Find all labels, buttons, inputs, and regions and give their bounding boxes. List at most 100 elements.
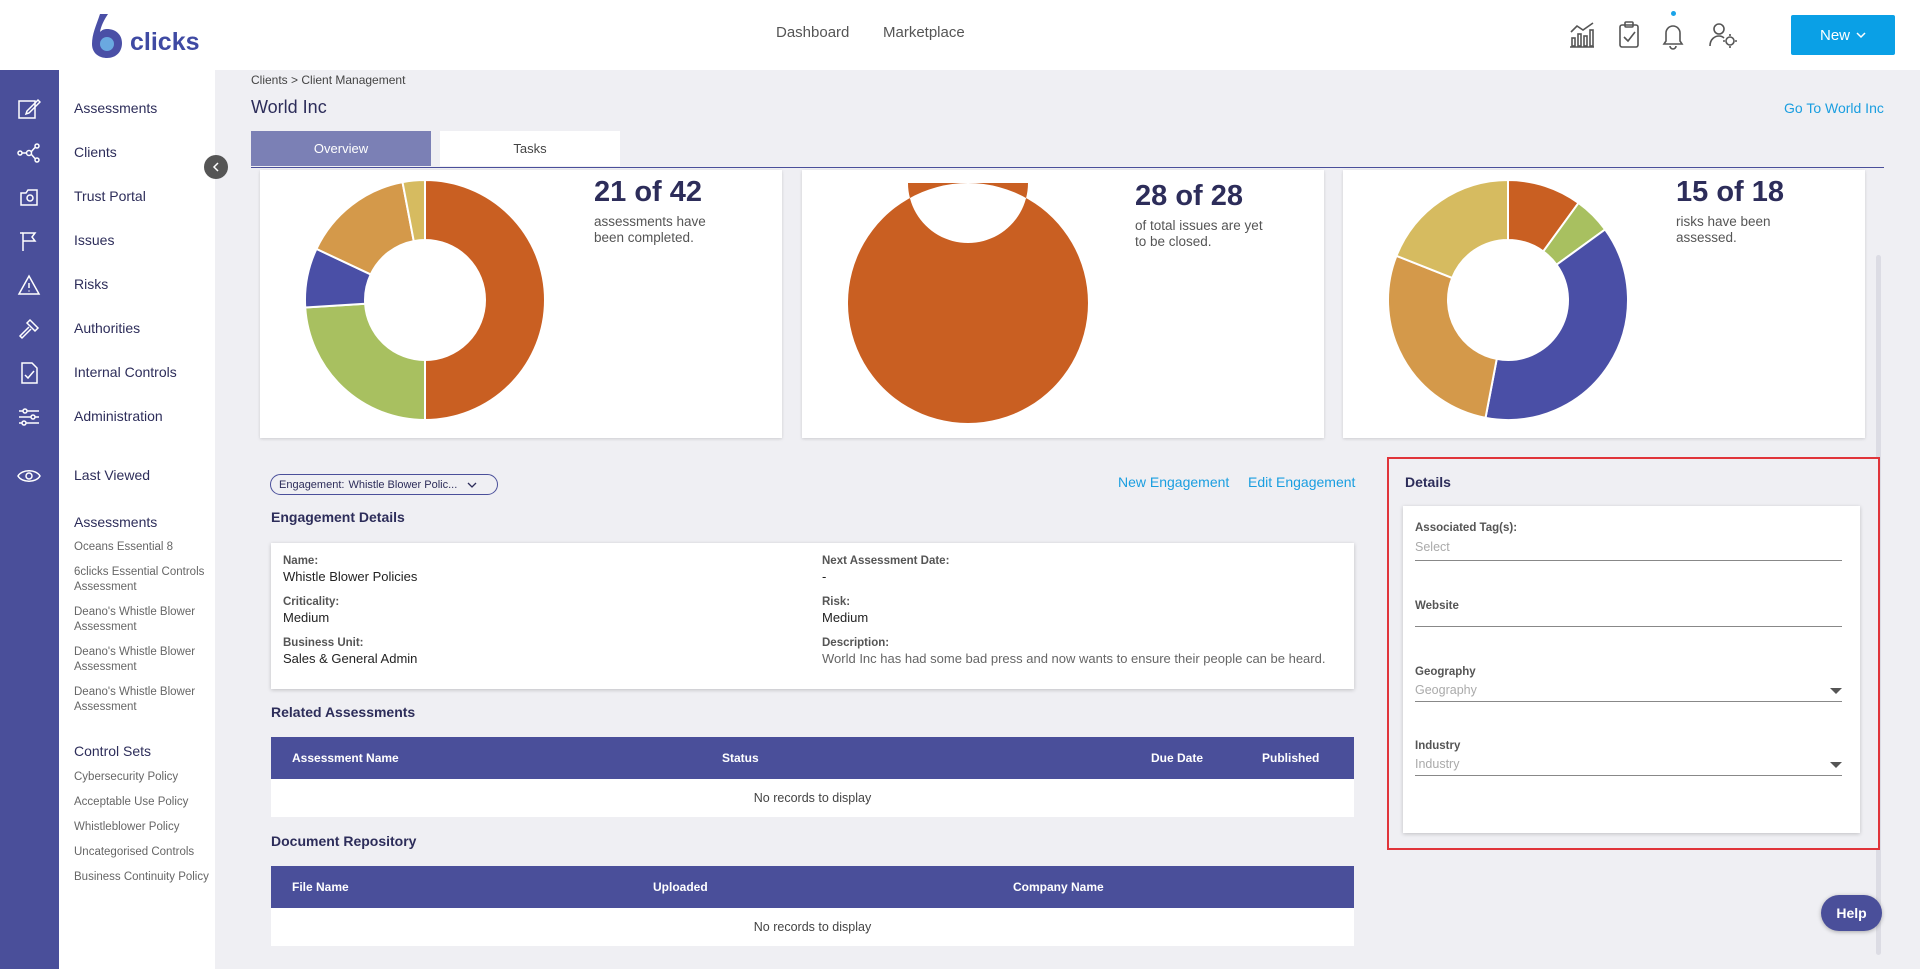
control-sets-heading: Control Sets: [74, 743, 152, 759]
client-details-panel: Details Associated Tag(s): Select Websit…: [1387, 457, 1880, 850]
nav-dashboard[interactable]: Dashboard: [776, 24, 849, 41]
engagement-select-label: Engagement:: [279, 478, 345, 491]
sidebar: Assessments Clients Trust Portal Issues …: [59, 70, 215, 969]
sidebar-item-issues[interactable]: Issues: [74, 232, 114, 248]
edit-icon[interactable]: [17, 97, 41, 121]
network-icon[interactable]: [17, 141, 41, 165]
help-button[interactable]: Help: [1821, 895, 1882, 931]
analytics-icon[interactable]: [1567, 20, 1597, 50]
control-set-item[interactable]: Acceptable Use Policy: [74, 795, 212, 810]
issues-chart-card: 28 of 28 of total issues are yet to be c…: [802, 170, 1324, 438]
related-assessments-header: Assessment Name Status Due Date Publishe…: [271, 737, 1354, 779]
name-value: Whistle Blower Policies: [283, 569, 418, 584]
document-repository-header: File Name Uploaded Company Name: [271, 866, 1354, 908]
new-button-label: New: [1819, 26, 1850, 44]
control-set-item[interactable]: Whistleblower Policy: [74, 820, 212, 835]
edit-engagement-link[interactable]: Edit Engagement: [1248, 474, 1355, 490]
last-viewed-heading: Last Viewed: [74, 467, 151, 483]
tab-overview[interactable]: Overview: [251, 131, 431, 166]
description-label: Description:: [822, 637, 890, 649]
business-unit-label: Business Unit:: [283, 637, 364, 649]
chevron-down-icon: [1856, 32, 1866, 39]
warning-icon[interactable]: [17, 273, 41, 297]
column-header[interactable]: Company Name: [1013, 880, 1104, 894]
details-title: Details: [1405, 474, 1451, 490]
sidebar-item-clients[interactable]: Clients: [74, 144, 117, 160]
chart-slice[interactable]: [305, 302, 426, 420]
sidebar-item-administration[interactable]: Administration: [74, 408, 163, 424]
risk-label: Risk:: [822, 596, 851, 608]
geography-select[interactable]: Geography: [1415, 683, 1477, 697]
criticality-label: Criticality:: [283, 596, 340, 608]
logo[interactable]: clicks: [88, 10, 200, 60]
control-set-item[interactable]: Uncategorised Controls: [74, 845, 212, 860]
column-header[interactable]: Published: [1262, 751, 1319, 765]
clipboard-check-icon[interactable]: [1614, 20, 1644, 50]
new-button[interactable]: New: [1791, 15, 1895, 55]
caret-down-icon[interactable]: [1830, 762, 1842, 768]
assessments-stat-text: assessments have been completed.: [594, 214, 706, 245]
hammer-icon[interactable]: [17, 317, 41, 341]
recent-assessment-item[interactable]: Deano's Whistle Blower Assessment: [74, 645, 212, 675]
risks-donut-chart: [1388, 180, 1628, 420]
industry-select[interactable]: Industry: [1415, 757, 1459, 771]
new-engagement-link[interactable]: New Engagement: [1118, 474, 1229, 490]
column-header[interactable]: Uploaded: [653, 880, 708, 894]
risk-value: Medium: [822, 610, 869, 625]
column-header[interactable]: Status: [722, 751, 759, 765]
column-header[interactable]: Assessment Name: [292, 751, 399, 765]
chart-slice[interactable]: [1395, 180, 1509, 280]
engagement-select[interactable]: Engagement: Whistle Blower Polic...: [270, 474, 498, 495]
engagement-select-value: Whistle Blower Polic...: [348, 478, 458, 491]
eye-icon[interactable]: [17, 464, 41, 488]
portal-icon[interactable]: [17, 185, 41, 209]
tags-select[interactable]: Select: [1415, 540, 1450, 554]
name-label: Name:: [283, 555, 319, 567]
business-unit-value: Sales & General Admin: [283, 651, 418, 666]
sidebar-item-risks[interactable]: Risks: [74, 276, 108, 292]
geography-label: Geography: [1415, 666, 1476, 678]
sidebar-item-trust-portal[interactable]: Trust Portal: [74, 188, 146, 204]
control-set-item[interactable]: Cybersecurity Policy: [74, 770, 212, 785]
bell-icon[interactable]: [1658, 20, 1688, 50]
chart-slice[interactable]: [1388, 254, 1498, 420]
assessments-chart-card: 21 of 42 assessments have been completed…: [260, 170, 782, 438]
collapse-sidebar-button[interactable]: [204, 155, 228, 179]
description-value: World Inc has had some bad press and now…: [822, 651, 1326, 666]
tags-underline: [1415, 560, 1842, 561]
issues-stat: 28 of 28: [1135, 180, 1243, 212]
column-header[interactable]: Due Date: [1151, 751, 1203, 765]
go-to-client-link[interactable]: Go To World Inc: [1784, 100, 1884, 116]
breadcrumb[interactable]: Clients > Client Management: [251, 73, 405, 87]
recent-assessment-item[interactable]: Deano's Whistle Blower Assessment: [74, 685, 212, 715]
sliders-icon[interactable]: [17, 405, 41, 429]
tags-label: Associated Tag(s):: [1415, 522, 1518, 534]
website-input[interactable]: [1415, 626, 1842, 627]
nav-marketplace[interactable]: Marketplace: [883, 24, 965, 41]
recent-assessment-item[interactable]: Deano's Whistle Blower Assessment: [74, 605, 212, 635]
column-header[interactable]: File Name: [292, 880, 349, 894]
sidebar-item-assessments[interactable]: Assessments: [74, 100, 157, 116]
top-bar: clicks Dashboard Marketplace New: [0, 0, 1920, 70]
logo-icon: [92, 14, 122, 58]
chart-slice[interactable]: [424, 180, 545, 420]
user-settings-icon[interactable]: [1708, 20, 1738, 50]
document-check-icon[interactable]: [17, 361, 41, 385]
recent-assessment-item[interactable]: 6clicks Essential Controls Assessment: [74, 565, 212, 595]
sidebar-item-internal-controls[interactable]: Internal Controls: [74, 364, 177, 380]
next-assessment-value: -: [822, 569, 827, 584]
risks-chart-card: 15 of 18 risks have been assessed.: [1343, 170, 1865, 438]
issues-icon[interactable]: [17, 229, 41, 253]
tab-tasks[interactable]: Tasks: [440, 131, 620, 166]
control-set-item[interactable]: Business Continuity Policy: [74, 870, 212, 885]
details-form: Associated Tag(s): Select Website Geogra…: [1403, 506, 1860, 833]
recent-assessment-item[interactable]: Oceans Essential 8: [74, 540, 212, 555]
related-assessments-empty: No records to display: [271, 779, 1354, 817]
caret-down-icon[interactable]: [1830, 688, 1842, 694]
sidebar-item-authorities[interactable]: Authorities: [74, 320, 140, 336]
criticality-value: Medium: [283, 610, 330, 625]
industry-underline: [1415, 775, 1842, 776]
risks-stat: 15 of 18: [1676, 176, 1784, 208]
engagement-details-title: Engagement Details: [271, 509, 405, 525]
website-label: Website: [1415, 600, 1459, 612]
